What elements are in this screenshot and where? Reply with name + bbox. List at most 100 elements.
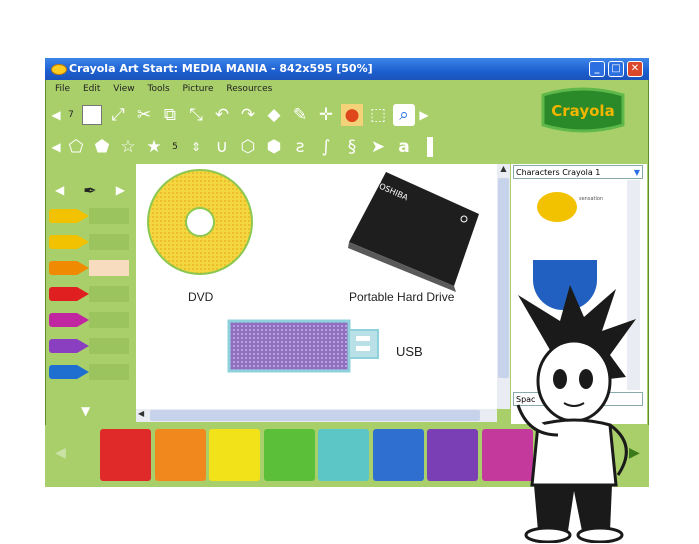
horizontal-scroll-thumb[interactable]: [150, 410, 480, 421]
marquee-icon[interactable]: ⬚: [367, 104, 389, 126]
dropdown-value: Characters Crayola 1: [516, 168, 601, 177]
maximize-icon: □: [611, 63, 621, 74]
crayon-next-icon[interactable]: ▶: [116, 183, 125, 197]
shape-outline-icon[interactable]: ⬡: [237, 136, 259, 158]
window-title: Crayola Art Start: MEDIA MANIA - 842x595…: [69, 62, 373, 75]
minimize-icon: _: [594, 63, 600, 74]
undo-icon[interactable]: ↶: [211, 104, 233, 126]
palette-swatch[interactable]: [372, 429, 424, 481]
zoom-icon[interactable]: ⌕: [393, 104, 415, 126]
minimize-button[interactable]: _: [589, 61, 605, 77]
curve-icon[interactable]: ∪: [211, 136, 233, 158]
squiggle-outline-icon[interactable]: ƨ: [289, 136, 311, 158]
selected-crayon-highlight: [89, 260, 129, 276]
crayola-app-icon: [51, 64, 67, 75]
crayon-slot: [89, 286, 129, 302]
shape-filled-icon[interactable]: ⬢: [263, 136, 285, 158]
hard-drive-image: TOSHIBA: [348, 172, 479, 292]
shape-scroll-handle[interactable]: [419, 136, 441, 158]
crayon-swatch[interactable]: [49, 336, 133, 356]
pencil-icon[interactable]: ✎: [289, 104, 311, 126]
menu-resources[interactable]: Resources: [226, 80, 272, 98]
menu-view[interactable]: View: [113, 80, 134, 98]
squiggle-filled-icon[interactable]: §: [341, 136, 363, 158]
canvas-horizontal-scrollbar[interactable]: ◀: [136, 409, 497, 422]
menu-edit[interactable]: Edit: [83, 80, 100, 98]
scroll-left-icon[interactable]: ◀: [138, 409, 144, 418]
cartoon-boy-character: [516, 285, 636, 543]
crayon-icon: [49, 287, 89, 301]
letter-icon[interactable]: a: [393, 136, 415, 158]
crayon-prev-icon[interactable]: ◀: [55, 183, 64, 197]
scissors-icon[interactable]: ✂: [133, 104, 155, 126]
palette-swatch[interactable]: [209, 429, 260, 481]
pentagon-filled-icon[interactable]: ⬟: [91, 136, 113, 158]
tool-row-2: ◀ ⬠ ⬟ ☆ ★ 5 ⇕ ∪ ⬡ ⬢ ƨ ∫ § ➤ a: [49, 132, 443, 162]
stamp-item-caption: sensation: [579, 196, 604, 202]
crayon-slot: [89, 234, 129, 250]
selection-icon[interactable]: ⤢: [107, 104, 129, 126]
crayola-logo-icon: Crayola: [541, 87, 625, 133]
crayon-panel: ◀ ✒ ▶ ▼: [45, 164, 133, 424]
stamp-category-dropdown[interactable]: Characters Crayola 1 ▼: [513, 165, 643, 179]
palette-swatch[interactable]: [263, 429, 315, 481]
brush-size-value: 7: [68, 110, 74, 120]
blank-crayon-icon: [82, 105, 102, 125]
drawing-canvas[interactable]: TOSHIBA DVD Portable Hard Drive USB: [136, 164, 497, 409]
menu-tools[interactable]: Tools: [147, 80, 169, 98]
crayon-slot: [89, 338, 129, 354]
dvd-label: DVD: [188, 290, 214, 304]
pentagon-outline-icon[interactable]: ⬠: [65, 136, 87, 158]
usb-label: USB: [396, 344, 423, 359]
crayon-slot: [89, 312, 129, 328]
stamp-icon[interactable]: ●: [341, 104, 363, 126]
stamp-item-sunflower[interactable]: sensation: [517, 182, 621, 242]
hdd-label: Portable Hard Drive: [349, 290, 455, 304]
right-arrow-icon[interactable]: ▶: [419, 104, 429, 126]
crayon-swatch[interactable]: [49, 206, 133, 226]
close-button[interactable]: ✕: [627, 61, 643, 77]
dropdown-arrow-icon: ▼: [633, 168, 640, 177]
squiggle-line-icon[interactable]: ∫: [315, 136, 337, 158]
crayon-swatch[interactable]: [49, 362, 133, 382]
crayon-slot: [89, 208, 129, 224]
menu-file[interactable]: File: [55, 80, 70, 98]
scroll-thumb: [427, 137, 433, 157]
close-icon: ✕: [630, 63, 640, 74]
arrow-shape-icon[interactable]: ➤: [367, 136, 389, 158]
palette-swatch[interactable]: [154, 429, 206, 481]
crayon-swatch[interactable]: [49, 232, 133, 252]
star-outline-icon[interactable]: ☆: [117, 136, 139, 158]
palette-swatch[interactable]: [427, 429, 478, 481]
eraser-icon[interactable]: ◆: [263, 104, 285, 126]
menu-picture[interactable]: Picture: [183, 80, 214, 98]
crayon-swatch[interactable]: [49, 310, 133, 330]
crayola-wordmark: Crayola: [551, 102, 614, 120]
crayon-nav: ◀ ✒ ▶: [55, 180, 125, 200]
palette-swatch[interactable]: [100, 429, 151, 481]
copy-icon[interactable]: ⧉: [159, 104, 181, 126]
palette-swatch[interactable]: [318, 429, 369, 481]
left-arrow-icon[interactable]: ◀: [51, 104, 61, 126]
shape-left-arrow-icon[interactable]: ◀: [51, 136, 61, 158]
crayon-swatch[interactable]: [49, 284, 133, 304]
redo-icon[interactable]: ↷: [237, 104, 259, 126]
usb-image: [227, 319, 379, 373]
crosshair-icon[interactable]: ✛: [315, 104, 337, 126]
crayon-scroll-down-icon[interactable]: ▼: [81, 404, 90, 418]
title-bar: Crayola Art Start: MEDIA MANIA - 842x595…: [45, 58, 649, 80]
crayon-swatch[interactable]: [49, 258, 133, 278]
size-stepper-icon[interactable]: ⇕: [185, 136, 207, 158]
crayon-tool[interactable]: [81, 104, 103, 126]
menu-bar: File Edit View Tools Picture Resources: [45, 80, 525, 98]
star-filled-icon[interactable]: ★: [143, 136, 165, 158]
shape-size-value: 5: [172, 142, 178, 152]
crayon-slot: [89, 364, 129, 380]
scroll-up-icon[interactable]: ▲: [497, 164, 510, 173]
maximize-button[interactable]: □: [608, 61, 624, 77]
paste-icon[interactable]: ⤡: [185, 104, 207, 126]
palette-prev-icon[interactable]: ◀: [55, 445, 66, 461]
canvas-artwork: TOSHIBA: [147, 169, 479, 373]
crayon-icon: [49, 365, 89, 379]
sunflower-icon: [537, 192, 577, 222]
